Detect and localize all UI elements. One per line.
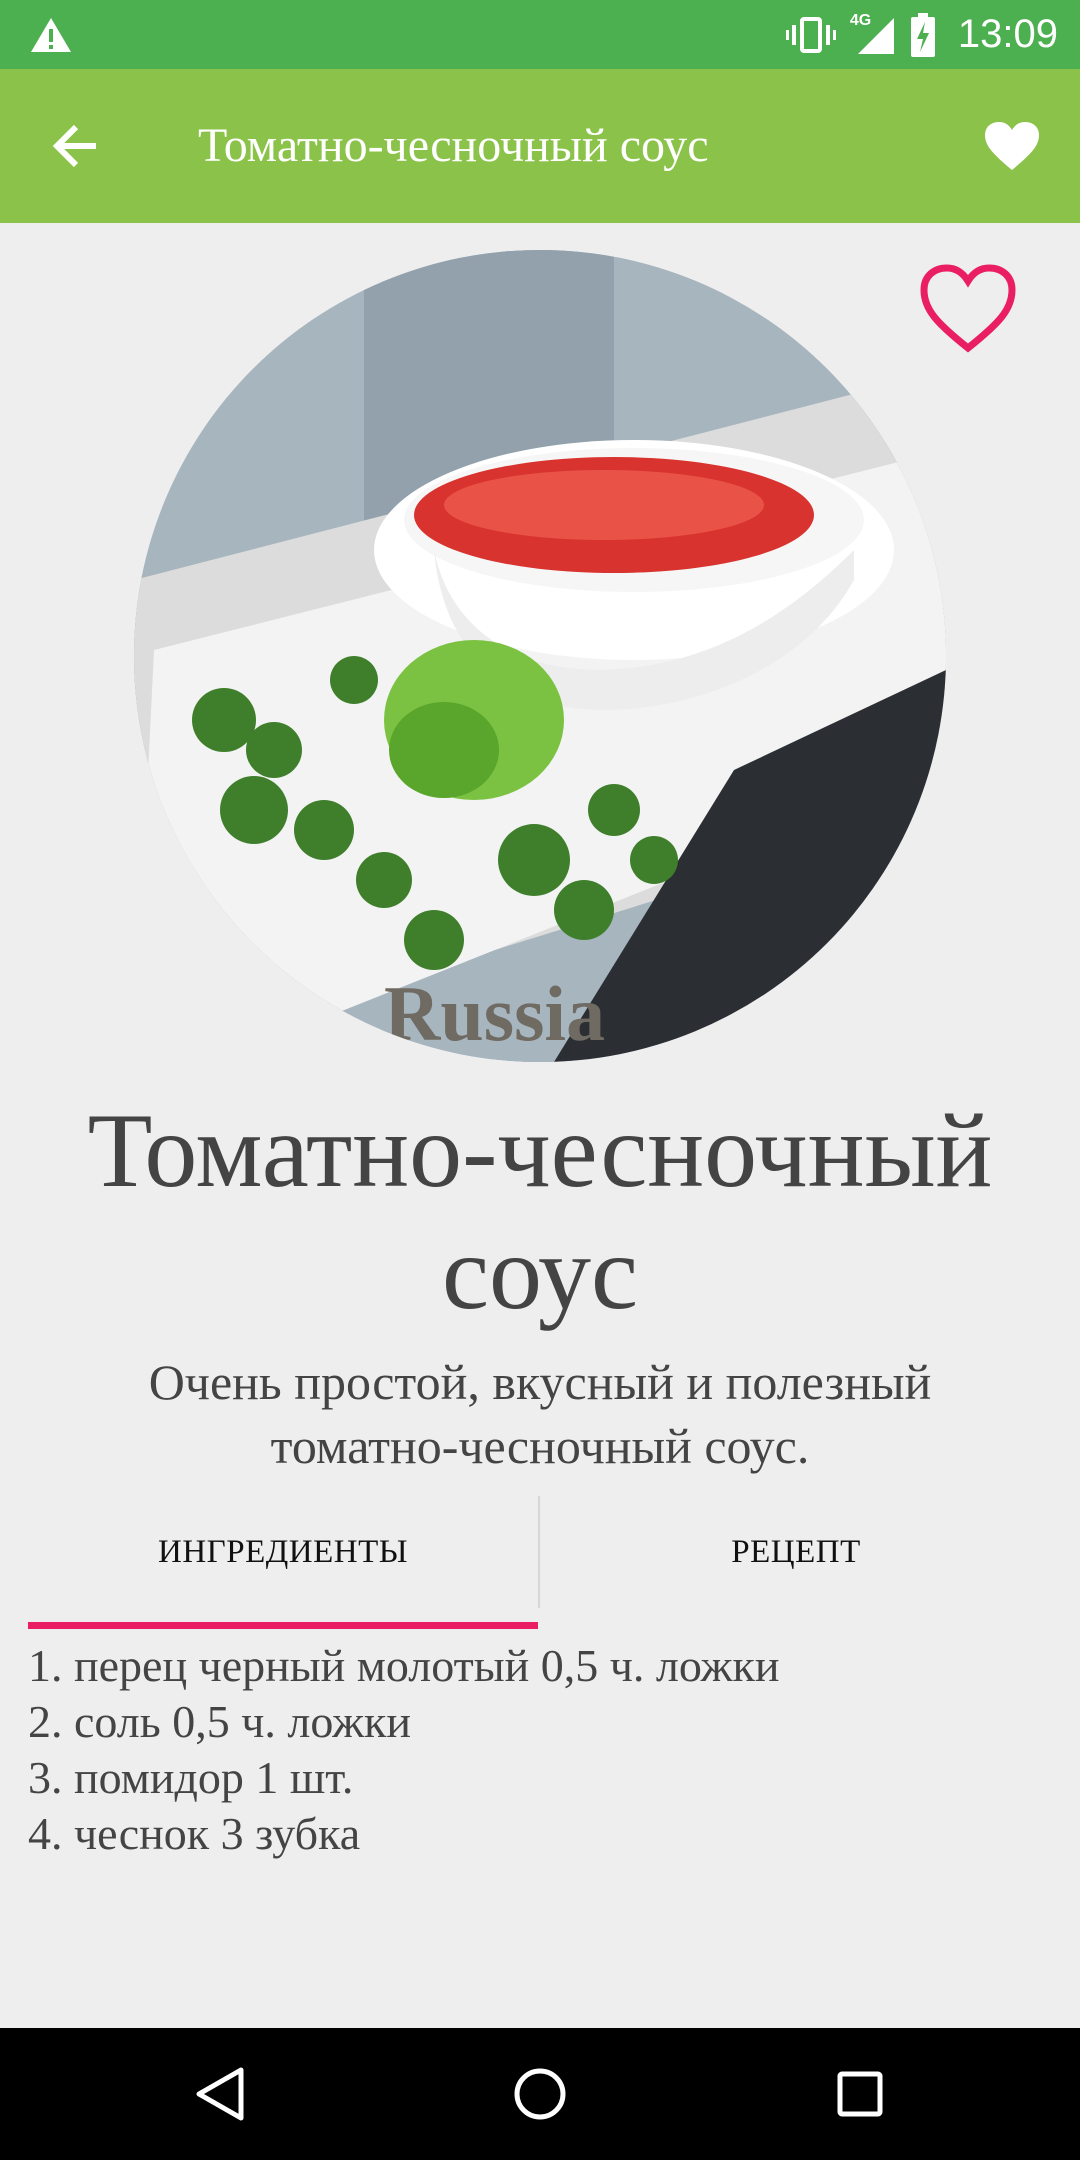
nav-recents-icon	[837, 2071, 883, 2117]
list-item: 3. помидор 1 шт.	[28, 1752, 354, 1803]
nav-back-button[interactable]	[180, 2054, 260, 2134]
list-item: 1. перец черный молотый 0,5 ч. ложки	[28, 1640, 780, 1691]
list-item: 4. чеснок 3 зубка	[28, 1808, 361, 1859]
tab-ingredients[interactable]: ИНГРЕДИЕНТЫ	[28, 1496, 538, 1608]
recipe-title: Томатно-чесночный соус	[87, 1092, 993, 1331]
favorite-toolbar-button[interactable]	[980, 114, 1044, 178]
ingredients-list: 1. перец черный молотый 0,5 ч. ложки 2. …	[28, 1638, 779, 1862]
status-icons: 4G 13:09	[785, 0, 1058, 69]
heart-outline-icon[interactable]	[918, 262, 1018, 354]
warning-icon	[31, 18, 71, 52]
battery-charging-icon	[910, 12, 935, 57]
nav-recents-button[interactable]	[820, 2054, 900, 2134]
arrow-back-icon	[52, 124, 96, 168]
heart-filled-icon	[985, 122, 1039, 170]
recipe-photo: Russia	[134, 250, 946, 1062]
app-bar-title: Томатно-чесночный соус	[198, 119, 709, 172]
vibrate-icon	[785, 16, 836, 53]
nav-back-icon	[196, 2067, 244, 2121]
nav-home-button[interactable]	[500, 2054, 580, 2134]
photo-watermark: Russia	[384, 970, 605, 1057]
signal-icon: 4G	[850, 12, 896, 56]
list-item: 2. соль 0,5 ч. ложки	[28, 1696, 411, 1747]
recipe-description: Очень простой, вкусный и полезный томатн…	[148, 1354, 932, 1474]
navigation-bar	[0, 2028, 1080, 2160]
back-button[interactable]	[44, 114, 108, 178]
tab-bar: ИНГРЕДИЕНТЫ РЕЦЕПТ	[28, 1496, 1052, 1630]
clock: 13:09	[957, 12, 1058, 56]
status-bar: 4G 13:09	[0, 0, 1080, 69]
app-bar: Томатно-чесночный соус	[0, 69, 1080, 223]
tab-indicator	[28, 1622, 538, 1629]
tab-recipe[interactable]: РЕЦЕПТ	[540, 1496, 1052, 1608]
nav-home-icon	[514, 2068, 566, 2120]
